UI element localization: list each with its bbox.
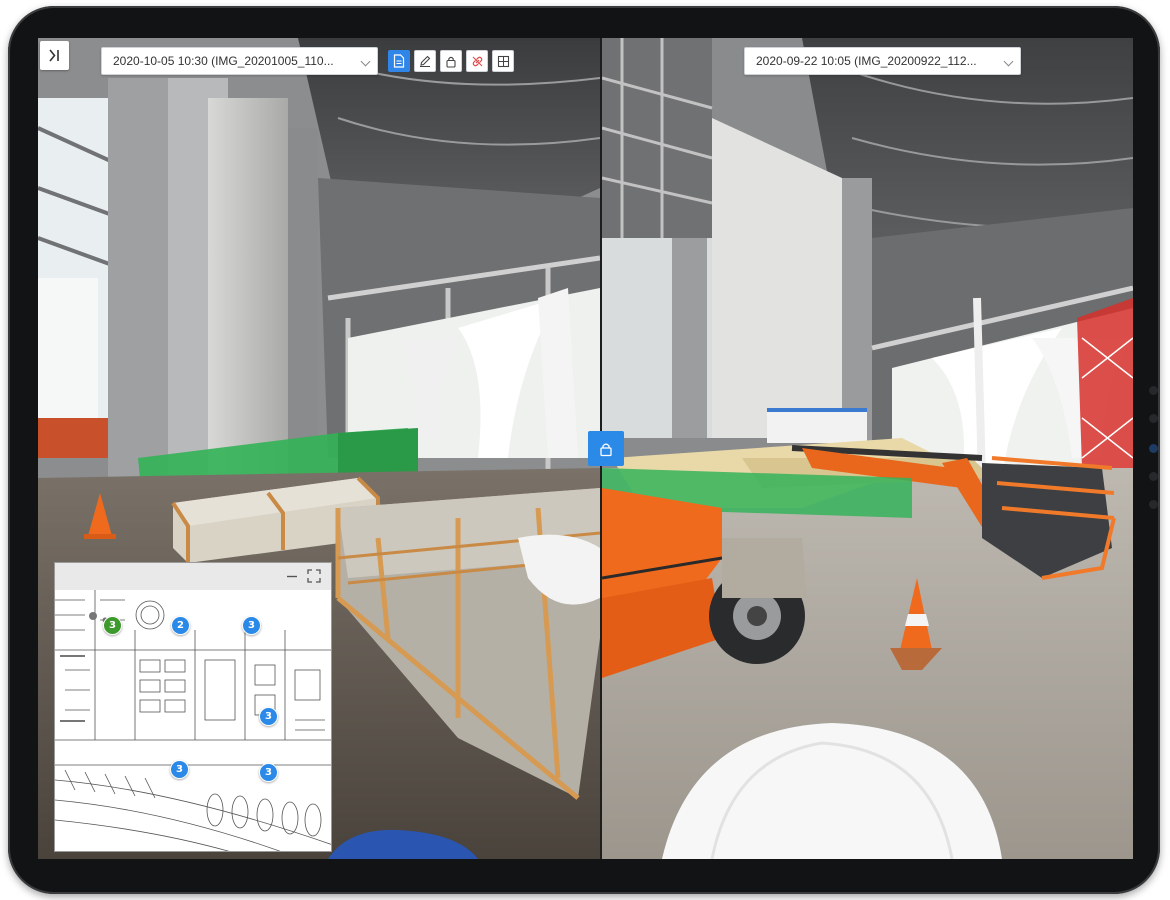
lock-sync-button[interactable] bbox=[588, 431, 624, 466]
left-panorama-view[interactable]: 2020-10-05 10:30 (IMG_20201005_110... 3 … bbox=[38, 38, 600, 859]
fullscreen-button[interactable] bbox=[305, 567, 323, 585]
minimap-current-marker[interactable]: 3 bbox=[103, 616, 122, 635]
minimap-header bbox=[55, 563, 331, 590]
chevron-down-icon bbox=[360, 56, 371, 67]
left-capture-date-select[interactable]: 2020-10-05 10:30 (IMG_20201005_110... bbox=[101, 47, 378, 75]
lock-icon bbox=[600, 442, 612, 456]
minimap-capture-marker[interactable]: 3 bbox=[259, 707, 278, 726]
collapse-panel-icon bbox=[49, 49, 59, 62]
right-panorama-view[interactable]: 2020-09-22 10:05 (IMG_20200922_112... bbox=[602, 38, 1133, 859]
floorplan-drawing bbox=[55, 590, 331, 851]
tablet-sensor bbox=[1149, 414, 1158, 423]
app-screen: 2020-10-05 10:30 (IMG_20201005_110... 3 … bbox=[38, 38, 1133, 859]
right-panorama-image[interactable] bbox=[602, 38, 1133, 859]
tablet-sensor bbox=[1149, 472, 1158, 481]
document-button[interactable] bbox=[388, 50, 410, 72]
tablet-sensor bbox=[1149, 500, 1158, 509]
lock-view-button[interactable] bbox=[440, 50, 462, 72]
minimize-icon bbox=[287, 575, 297, 578]
tablet-sensor bbox=[1149, 386, 1158, 395]
tablet-camera bbox=[1149, 444, 1158, 453]
view-toolbar bbox=[388, 50, 514, 72]
collapse-panel-button[interactable] bbox=[40, 41, 69, 70]
right-capture-date-value: 2020-09-22 10:05 (IMG_20200922_112... bbox=[756, 54, 977, 68]
compare-icon bbox=[497, 55, 509, 67]
document-icon bbox=[393, 54, 405, 68]
fullscreen-icon bbox=[307, 569, 321, 583]
floorplan-minimap[interactable]: 3 2 3 3 3 3 bbox=[54, 562, 332, 852]
minimap-capture-marker[interactable]: 3 bbox=[259, 763, 278, 782]
right-capture-date-select[interactable]: 2020-09-22 10:05 (IMG_20200922_112... bbox=[744, 47, 1021, 75]
minimize-button[interactable] bbox=[283, 567, 301, 585]
link-off-icon bbox=[472, 56, 482, 66]
unlink-button[interactable] bbox=[466, 50, 488, 72]
minimap-capture-marker[interactable]: 2 bbox=[171, 616, 190, 635]
lock-icon bbox=[446, 56, 456, 68]
compare-button[interactable] bbox=[492, 50, 514, 72]
pencil-icon bbox=[420, 55, 431, 67]
edit-button[interactable] bbox=[414, 50, 436, 72]
left-capture-date-value: 2020-10-05 10:30 (IMG_20201005_110... bbox=[113, 54, 334, 68]
chevron-down-icon bbox=[1003, 56, 1014, 67]
minimap-capture-marker[interactable]: 3 bbox=[242, 616, 261, 635]
minimap-capture-marker[interactable]: 3 bbox=[170, 760, 189, 779]
